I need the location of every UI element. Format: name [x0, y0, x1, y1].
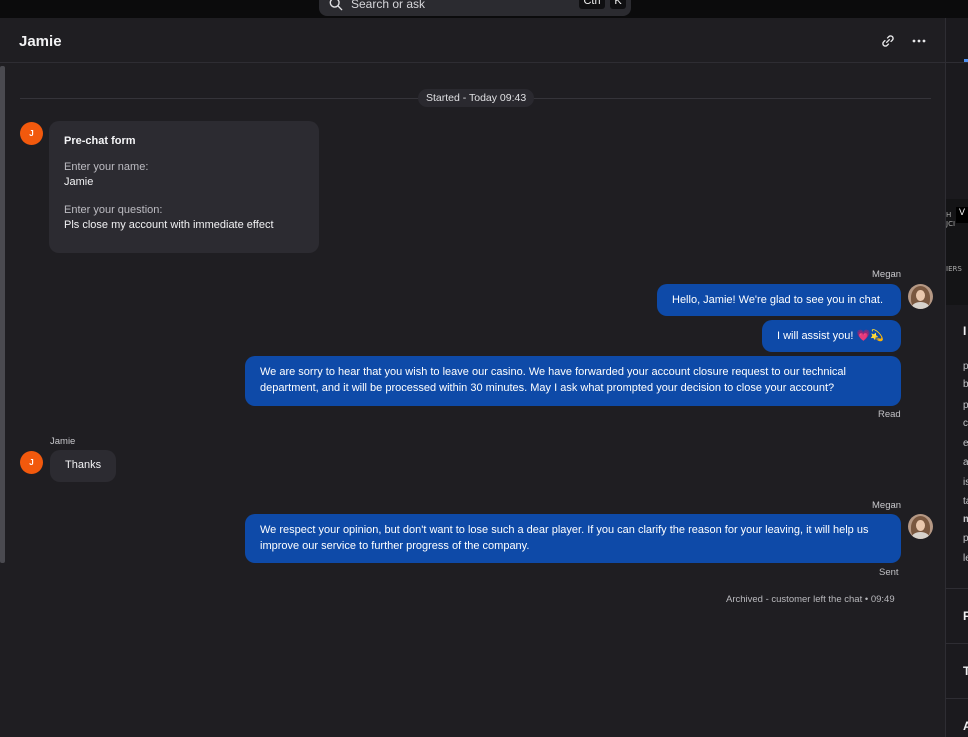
sidebar-text: e [963, 438, 968, 449]
section-heading[interactable]: A [963, 719, 968, 733]
chat-started-badge: Started - Today 09:43 [418, 89, 535, 107]
agent-message: I will assist you! 💗💫 [762, 320, 901, 352]
sidebar-text: m [963, 514, 968, 525]
sidebar-tab-bar [946, 18, 968, 63]
question-field-label: Enter your question: [64, 204, 163, 216]
customer-avatar: J [20, 451, 43, 474]
sidebar-text: c [963, 418, 968, 429]
shortcut-key-ctrl: Ctrl [579, 0, 605, 9]
chat-header: Jamie [0, 18, 945, 63]
chat-panel: Jamie Started - Today 09:43 J Pre-chat f… [0, 18, 945, 737]
details-sidebar: H JCI V IERS I p b p c e a is ta m p le … [945, 18, 968, 737]
sidebar-text: ta [963, 496, 968, 507]
agent-name-label: Megan [872, 269, 902, 280]
chat-title: Jamie [19, 33, 62, 50]
map-label: H [946, 211, 952, 219]
message-status: Read [878, 409, 901, 420]
shortcut-key-k: K [610, 0, 626, 9]
map-preview[interactable]: H JCI V IERS [946, 199, 968, 305]
sidebar-text: p [963, 400, 968, 411]
map-label: JCI [946, 220, 956, 228]
customer-name-label: Jamie [50, 436, 76, 447]
agent-message: We are sorry to hear that you wish to le… [245, 356, 901, 406]
sidebar-text: is [963, 477, 968, 488]
divider [946, 643, 968, 644]
search-placeholder: Search or ask [351, 0, 426, 11]
agent-message: We respect your opinion, but don't want … [245, 514, 901, 563]
section-heading: I [963, 324, 967, 338]
question-field-value: Pls close my account with immediate effe… [64, 219, 274, 231]
agent-message: Hello, Jamie! We're glad to see you in c… [657, 284, 901, 316]
agent-avatar [908, 514, 933, 539]
section-heading[interactable]: T [963, 664, 968, 678]
name-field-value: Jamie [64, 176, 94, 188]
divider [946, 588, 968, 589]
prechat-title: Pre-chat form [64, 135, 136, 147]
sidebar-text: b [963, 379, 968, 390]
sidebar-text: a [963, 457, 968, 468]
sidebar-text: p [963, 361, 968, 372]
customer-avatar: J [20, 122, 43, 145]
agent-name-label: Megan [872, 500, 902, 511]
sidebar-text: p [963, 533, 968, 544]
name-field-label: Enter your name: [64, 161, 149, 173]
top-bar: Search or ask Ctrl K [0, 0, 968, 18]
section-heading[interactable]: F [963, 609, 968, 623]
scrollbar[interactable] [0, 66, 5, 563]
search-input[interactable]: Search or ask Ctrl K [319, 0, 631, 16]
sidebar-text: le [963, 553, 968, 564]
customer-message: Thanks [50, 450, 116, 482]
map-label: IERS [946, 265, 962, 273]
prechat-form-card: Pre-chat form Enter your name: Jamie Ent… [49, 121, 319, 253]
active-tab-indicator[interactable] [964, 59, 968, 62]
map-button[interactable]: V [956, 207, 968, 223]
more-options-icon[interactable] [910, 32, 928, 50]
message-status: Sent [879, 567, 899, 578]
search-icon [329, 0, 343, 11]
agent-avatar [908, 284, 933, 309]
link-icon[interactable] [879, 32, 897, 50]
divider [946, 698, 968, 699]
archived-notice: Archived - customer left the chat • 09:4… [726, 594, 895, 605]
